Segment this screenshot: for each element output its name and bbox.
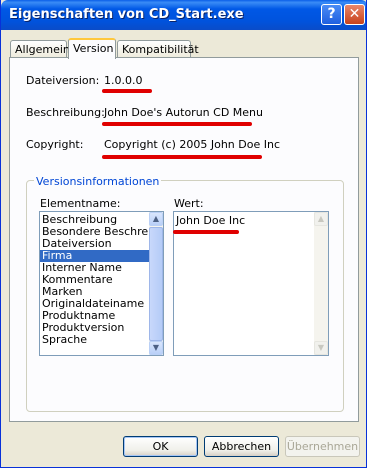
help-button[interactable]: ?	[321, 4, 342, 25]
file-version-value: 1.0.0.0	[104, 74, 143, 87]
red-underline-version	[102, 89, 152, 93]
close-button[interactable]: ✕	[344, 4, 365, 25]
scroll-up-icon: ▲	[314, 212, 328, 226]
red-underline-value	[173, 230, 239, 234]
tab-version[interactable]: Version	[68, 38, 116, 59]
scroll-down-icon: ▼	[314, 341, 328, 355]
scroll-thumb[interactable]	[149, 227, 163, 341]
element-name-label: Elementname:	[40, 197, 121, 210]
description-label: Beschreibung:	[26, 106, 105, 119]
list-item-selected[interactable]: Firma	[40, 250, 163, 262]
ok-button[interactable]: OK	[123, 436, 198, 457]
list-item[interactable]: Marken	[40, 286, 163, 298]
apply-button[interactable]: Übernehmen	[285, 436, 360, 457]
list-item[interactable]: Originaldateiname	[40, 298, 163, 310]
list-item[interactable]: Beschreibung	[40, 214, 163, 226]
value-box-scrollbar: ▲ ▼	[314, 212, 328, 355]
list-item[interactable]: Dateiversion	[40, 238, 163, 250]
file-version-label: Dateiversion:	[26, 74, 100, 87]
value-text: John Doe Inc	[176, 214, 246, 227]
element-list-scrollbar[interactable]: ▲ ▼	[149, 212, 163, 355]
red-underline-copyright	[102, 155, 262, 159]
list-item[interactable]: Sprache	[40, 334, 163, 346]
list-item[interactable]: Produktname	[40, 310, 163, 322]
version-panel: Dateiversion: 1.0.0.0 Beschreibung: John…	[9, 57, 359, 422]
description-value: John Doe's Autorun CD Menu	[104, 106, 263, 119]
value-label: Wert:	[174, 197, 204, 210]
scroll-down-icon[interactable]: ▼	[149, 341, 163, 355]
list-item[interactable]: Kommentare	[40, 274, 163, 286]
title-bar[interactable]: Eigenschaften von CD_Start.exe ? ✕	[1, 0, 366, 30]
scroll-up-icon[interactable]: ▲	[149, 212, 163, 226]
list-item[interactable]: Produktversion	[40, 322, 163, 334]
list-item[interactable]: Interner Name	[40, 262, 163, 274]
version-info-title: Versionsinformationen	[34, 175, 162, 188]
window-title: Eigenschaften von CD_Start.exe	[9, 7, 244, 22]
red-underline-description	[102, 122, 252, 126]
list-item[interactable]: Besondere Beschreibung	[40, 226, 163, 238]
properties-dialog: Eigenschaften von CD_Start.exe ? ✕ Allge…	[0, 0, 367, 468]
copyright-value: Copyright (c) 2005 John Doe Inc	[104, 138, 281, 151]
copyright-label: Copyright:	[26, 138, 84, 151]
element-name-list[interactable]: Beschreibung Besondere Beschreibung Date…	[39, 211, 164, 356]
cancel-button[interactable]: Abbrechen	[204, 436, 279, 457]
